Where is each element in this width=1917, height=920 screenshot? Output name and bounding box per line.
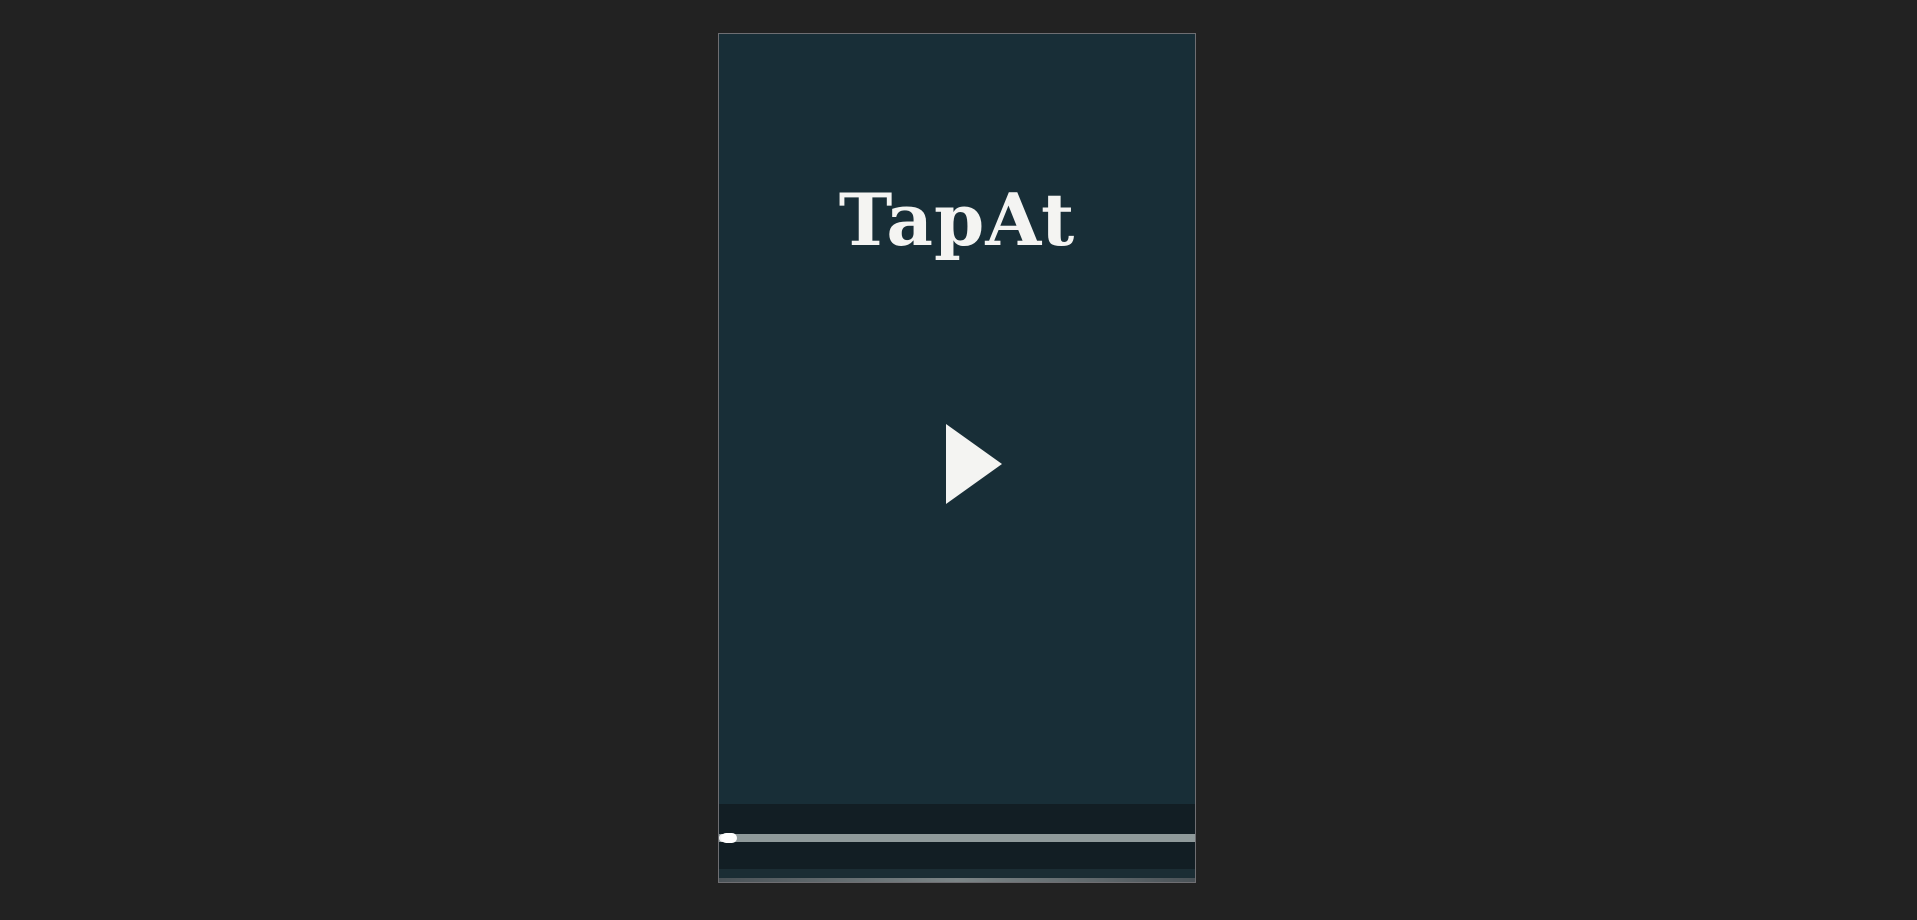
media-control-bar <box>719 804 1195 871</box>
play-button[interactable] <box>934 414 1014 514</box>
game-title: TapAt <box>838 177 1076 262</box>
bottom-strip <box>719 869 1195 882</box>
progress-track[interactable] <box>719 833 1195 843</box>
page-background: TapAt <box>0 0 1917 920</box>
progress-scrubber-handle[interactable] <box>720 833 737 843</box>
play-icon <box>946 424 1002 504</box>
bottom-divider <box>719 878 1195 882</box>
game-canvas[interactable]: TapAt <box>718 33 1196 883</box>
